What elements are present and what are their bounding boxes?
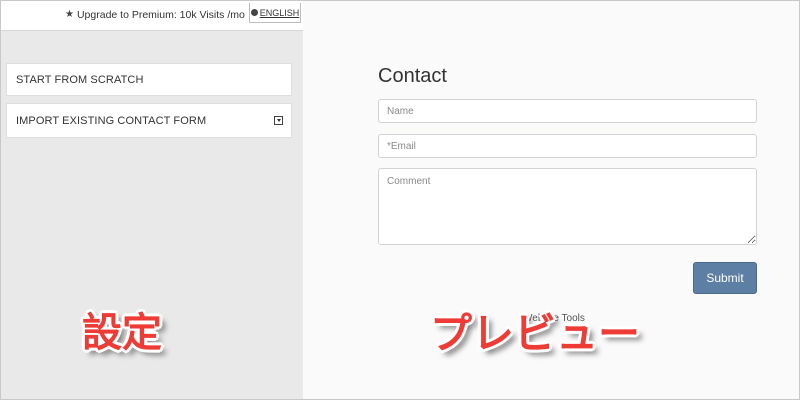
import-contact-form-option[interactable]: IMPORT EXISTING CONTACT FORM <box>6 103 292 138</box>
language-selector[interactable]: ENGLISH <box>249 3 301 23</box>
globe-icon <box>250 9 258 16</box>
start-from-scratch-option[interactable]: START FROM SCRATCH <box>6 63 292 96</box>
star-icon: ★ <box>65 9 74 20</box>
comment-field[interactable] <box>378 168 757 245</box>
option-label: START FROM SCRATCH <box>16 73 144 86</box>
email-field[interactable] <box>378 134 757 158</box>
language-label: ENGLISH <box>259 7 300 18</box>
upgrade-text: Upgrade to Premium: 10k Visits /mo <box>76 9 245 21</box>
dropdown-icon[interactable] <box>274 116 283 125</box>
option-label: IMPORT EXISTING CONTACT FORM <box>16 114 207 127</box>
form-title: Contact <box>378 65 447 87</box>
preview-annotation: プレビュー <box>430 309 641 358</box>
top-bar: ★ Upgrade to Premium: 10k Visits /mo ENG… <box>1 1 303 31</box>
submit-button[interactable]: Submit <box>693 262 757 294</box>
settings-annotation: 設定 <box>82 310 162 356</box>
name-field[interactable] <box>378 99 757 123</box>
upgrade-link[interactable]: ★ Upgrade to Premium: 10k Visits /mo <box>65 9 245 21</box>
